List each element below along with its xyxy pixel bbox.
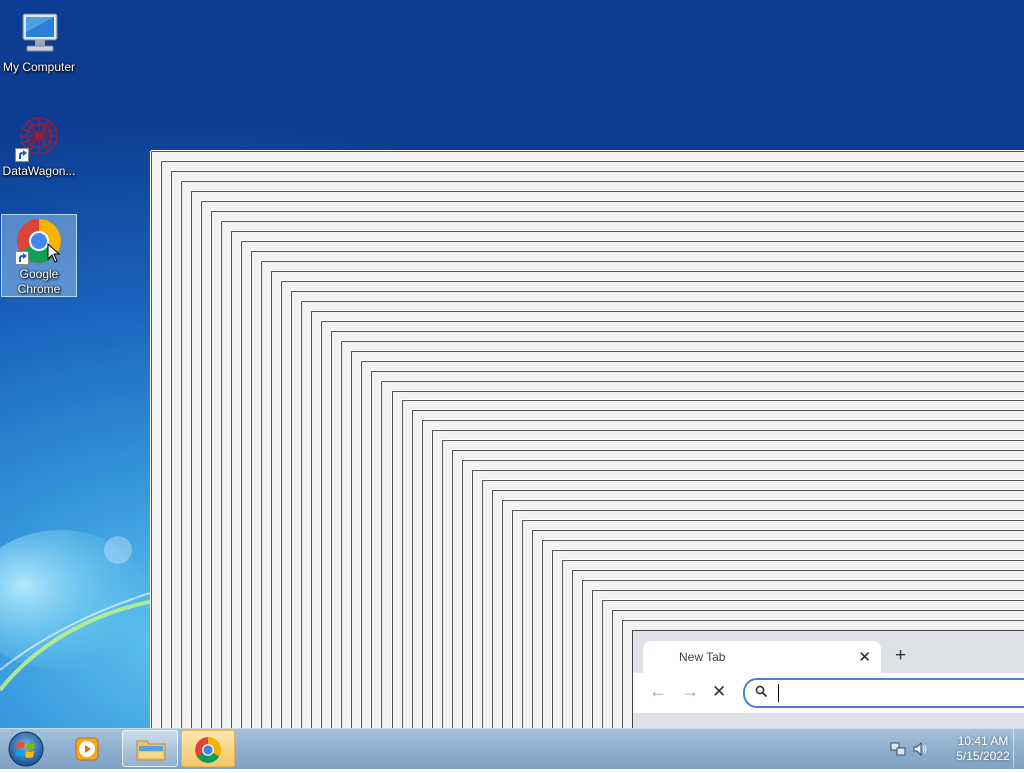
taskbar-windows-explorer[interactable] bbox=[122, 730, 178, 767]
system-tray: 10:41 AM 5/15/2022 bbox=[884, 729, 1024, 769]
chrome-window[interactable]: New Tab ✕ + ← → ✕ bbox=[632, 630, 1024, 728]
clock[interactable]: 10:41 AM 5/15/2022 bbox=[950, 734, 1016, 764]
clock-date: 5/15/2022 bbox=[956, 749, 1010, 763]
tab-close-icon[interactable]: ✕ bbox=[858, 648, 871, 666]
media-player-icon bbox=[75, 737, 99, 761]
tab-title: New Tab bbox=[679, 650, 726, 664]
new-tab-button[interactable]: + bbox=[895, 645, 906, 667]
clock-time: 10:41 AM bbox=[957, 734, 1009, 748]
address-input[interactable] bbox=[777, 682, 1024, 704]
network-icon[interactable] bbox=[890, 741, 906, 757]
chrome-icon bbox=[195, 737, 221, 763]
taskbar: 10:41 AM 5/15/2022 bbox=[0, 728, 1024, 769]
text-caret bbox=[778, 684, 779, 702]
search-icon bbox=[755, 685, 768, 698]
tab-new-tab[interactable]: New Tab ✕ bbox=[643, 641, 881, 673]
browser-toolbar: ← → ✕ bbox=[633, 673, 1024, 713]
windows-logo-icon bbox=[8, 731, 44, 767]
stop-button[interactable]: ✕ bbox=[712, 682, 726, 702]
window-trail-artifact bbox=[0, 0, 1024, 728]
folder-icon bbox=[136, 740, 166, 761]
volume-icon[interactable] bbox=[912, 741, 928, 757]
back-button[interactable]: ← bbox=[649, 681, 667, 702]
forward-button[interactable]: → bbox=[681, 681, 699, 702]
taskbar-google-chrome[interactable] bbox=[181, 730, 235, 767]
taskbar-media-player[interactable] bbox=[60, 730, 116, 767]
start-button[interactable] bbox=[6, 730, 46, 768]
desktop[interactable]: My Computer DataWagon... Google Chrome N… bbox=[0, 0, 1024, 728]
address-bar[interactable] bbox=[743, 678, 1024, 708]
show-desktop-button[interactable] bbox=[1013, 729, 1024, 769]
